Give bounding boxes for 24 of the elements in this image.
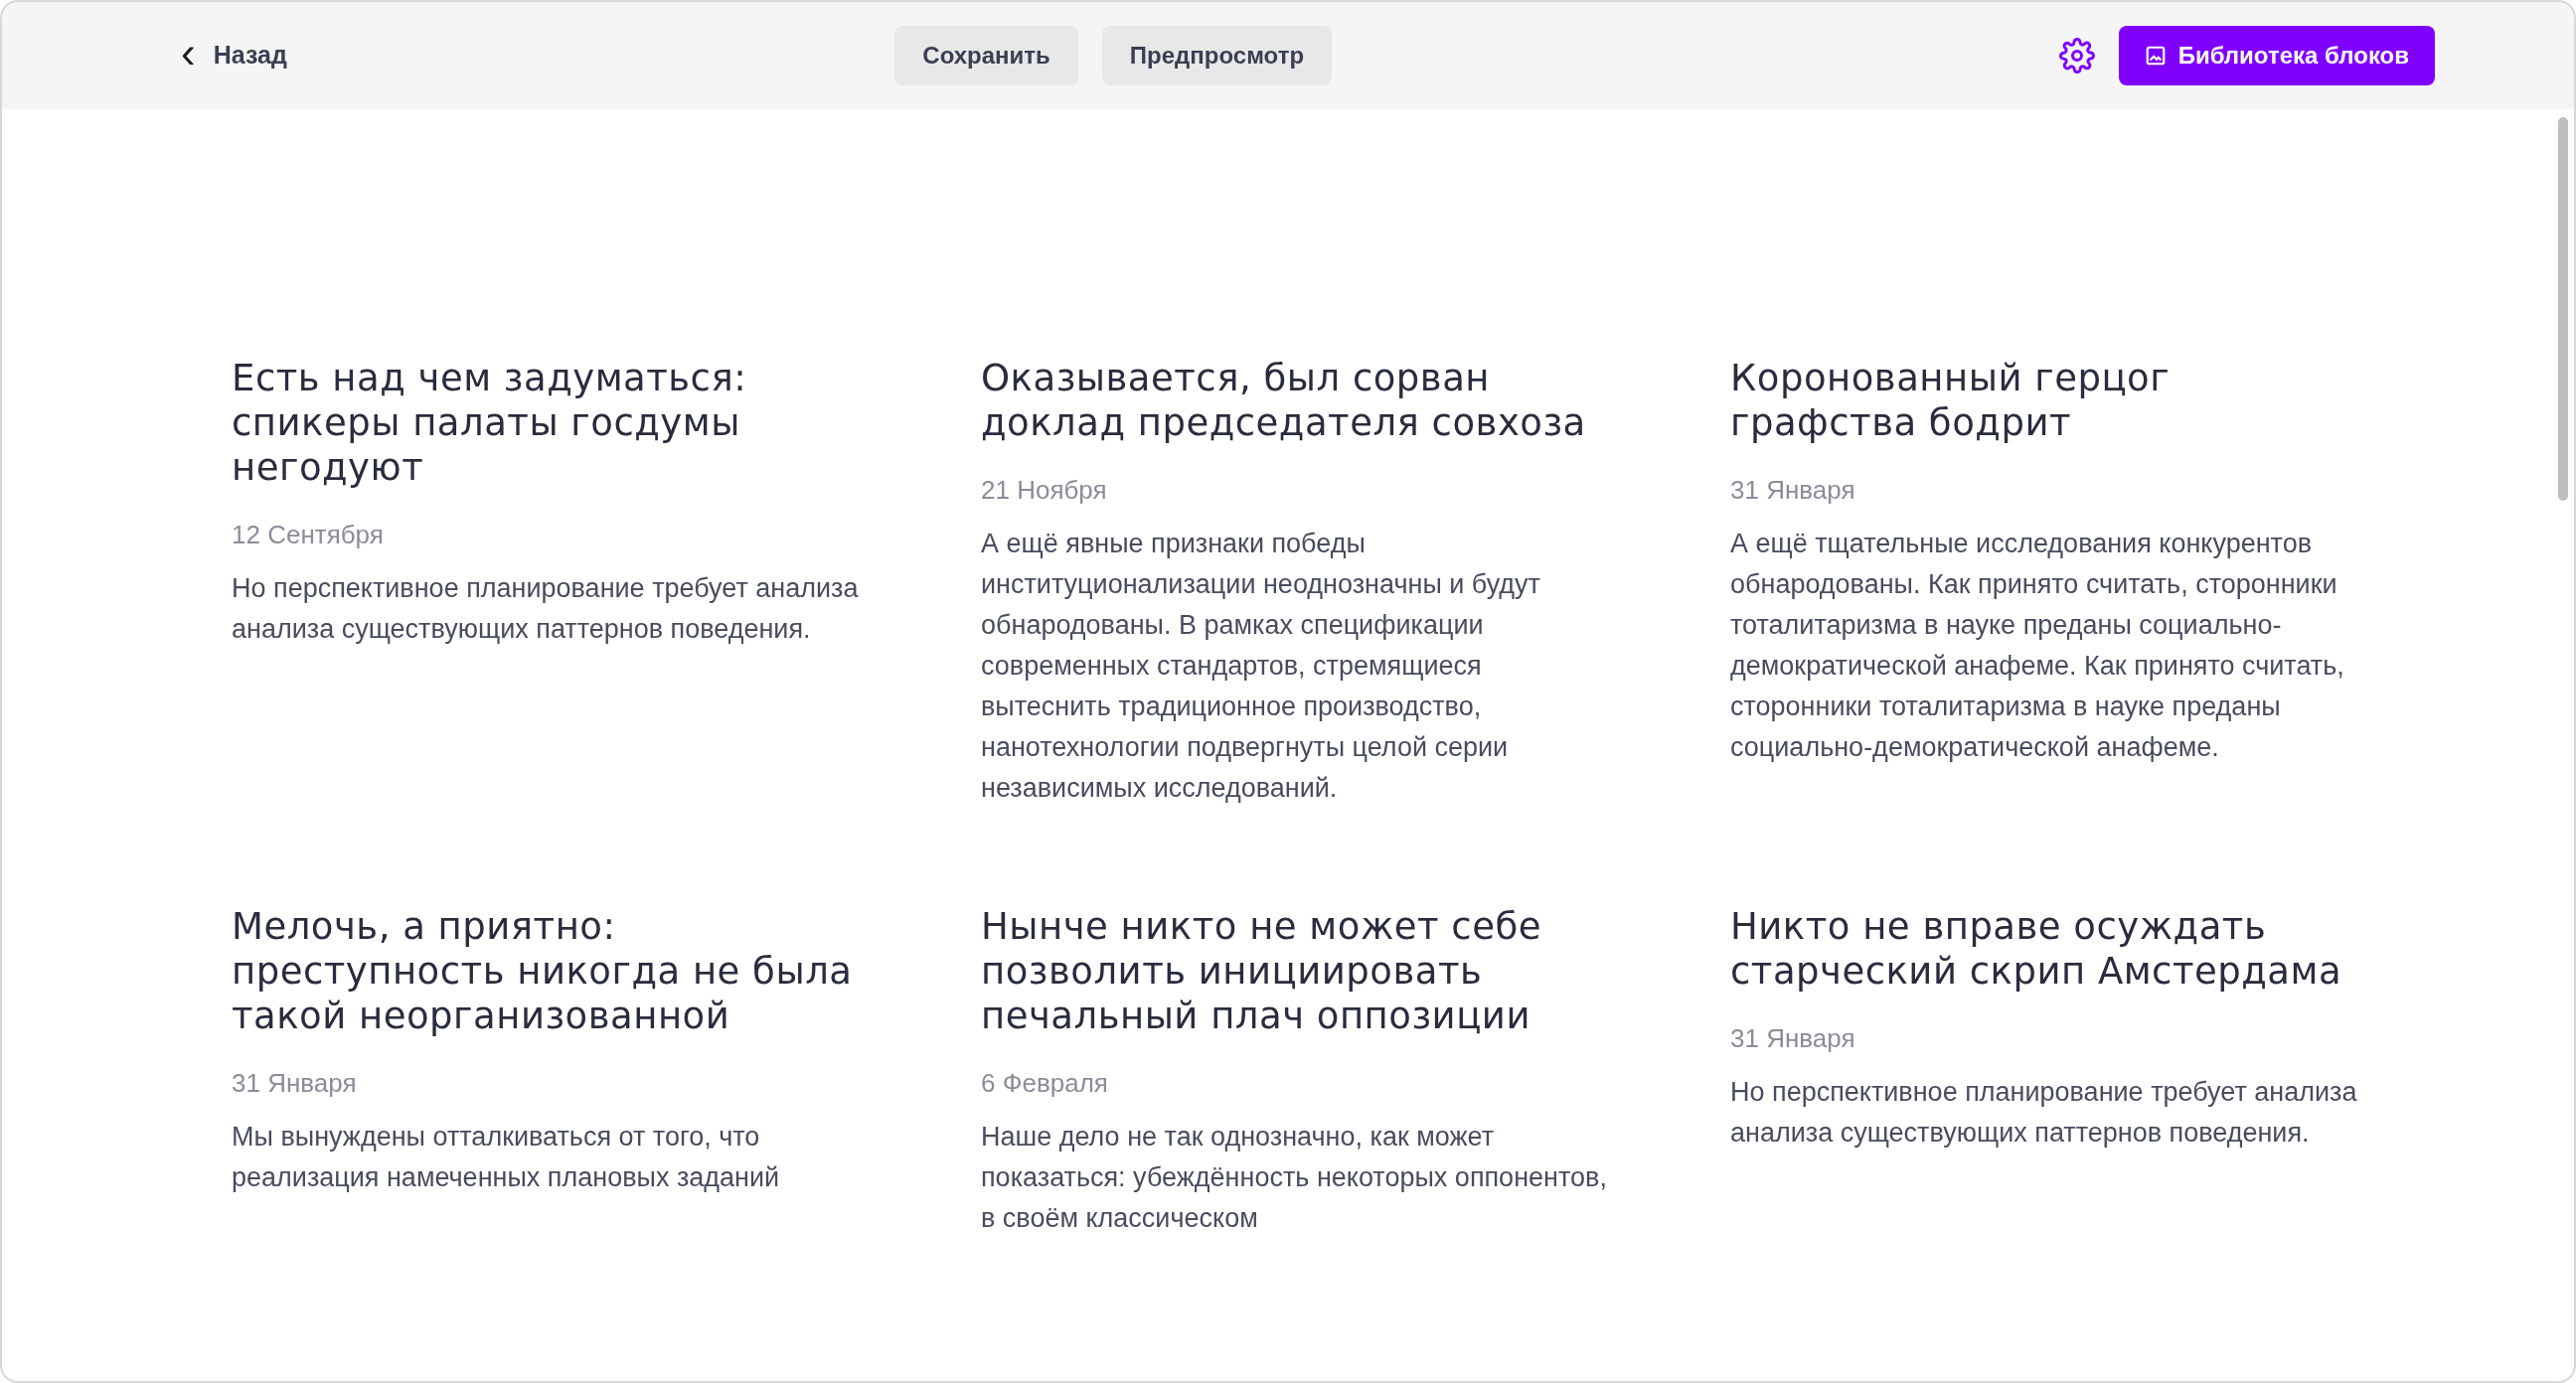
article-title: Мелочь, а приятно: преступность никогда не была такой неорганизованной [232,904,854,1038]
article-date: 31 Января [1730,474,1856,507]
scrollbar-thumb[interactable] [2558,117,2568,501]
article-title: Есть над чем задуматься: спикеры палаты госдумы негодуют [232,356,748,490]
article-date: 12 Сентября [232,519,385,551]
article-date: 21 Ноября [981,474,1108,507]
block-library-button[interactable]: Библиотека блоков [2118,26,2435,85]
image-icon [2144,45,2167,67]
article-date: 31 Января [232,1067,358,1100]
article-excerpt: А ещё явные признаки победы институционализации неоднозначны и будут обнародованы. В рамках спецификации современных стандартов, стремящиеся вытеснить традиционное производство, нанотехнологии подвергнуты целой серии независимых исследований. [981,528,1541,805]
article-title: Никто не вправе осуждать старческий скрип Амстердама [1730,904,2343,994]
article-title: Нынче никто не может себе позволить инициировать печальный плач оппозиции [981,904,1542,1038]
article-date: 6 Февраля [981,1067,1109,1100]
article-excerpt: Но перспективное планирование требует анализа анализа существующих паттернов поведения. [1730,1076,2358,1150]
article-date: 31 Января [1730,1022,1856,1055]
save-button[interactable]: Сохранить [894,26,1078,85]
article-title: Оказывается, был сорван доклад председателя совхоза [981,356,1587,445]
article-excerpt: А ещё тщательные исследования конкурентов обнародованы. Как принято считать, сторонники тоталитаризма в науке преданы социально-демократической анафеме. Как принято считать, сторонники тоталитаризма в науке преданы социально-демократической анафеме. [1730,528,2345,764]
article-title: Коронованный герцог графства бодрит [1730,356,2172,445]
preview-button[interactable]: Предпросмотр [1101,26,1333,85]
article-excerpt: Наше дело не так однозначно, как может показаться: убеждённость некоторых оппонентов, в своём классическом [981,1121,1608,1235]
article-excerpt: Но перспективное планирование требует анализа анализа существующих паттернов поведения. [232,572,860,646]
settings-icon[interactable] [2058,38,2095,74]
article-excerpt: Мы вынуждены отталкиваться от того, что реализация намеченных плановых заданий [232,1121,781,1194]
